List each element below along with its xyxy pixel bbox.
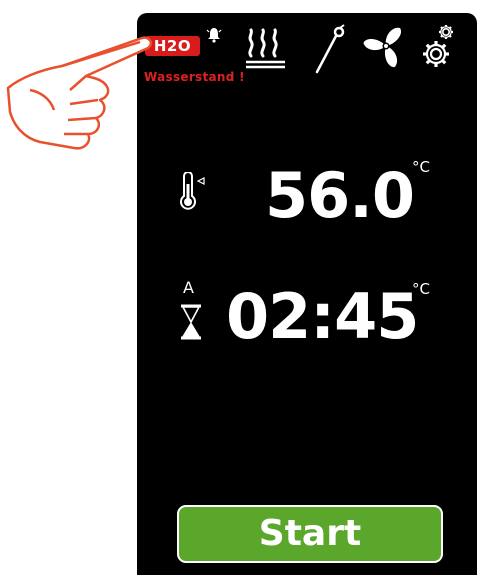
heat-icon[interactable]: [243, 28, 289, 70]
timer-unit: °C: [412, 280, 430, 298]
screen: H2O Wasserstand ! 56.0 °C A 02:45 °C Sta…: [0, 0, 477, 575]
thermometer-icon: [176, 171, 206, 212]
probe-icon[interactable]: [312, 24, 348, 74]
start-button[interactable]: Start: [177, 505, 443, 563]
settings-icon[interactable]: [418, 22, 470, 74]
timer-mode-label: A: [183, 278, 194, 297]
fan-icon[interactable]: [362, 24, 412, 70]
hourglass-icon: [179, 304, 203, 340]
temperature-value[interactable]: 56.0: [265, 160, 415, 232]
timer-value[interactable]: 02:45: [226, 281, 419, 353]
bell-icon[interactable]: [205, 26, 223, 44]
temperature-unit: °C: [412, 158, 430, 176]
pointing-hand-icon: [0, 30, 160, 160]
